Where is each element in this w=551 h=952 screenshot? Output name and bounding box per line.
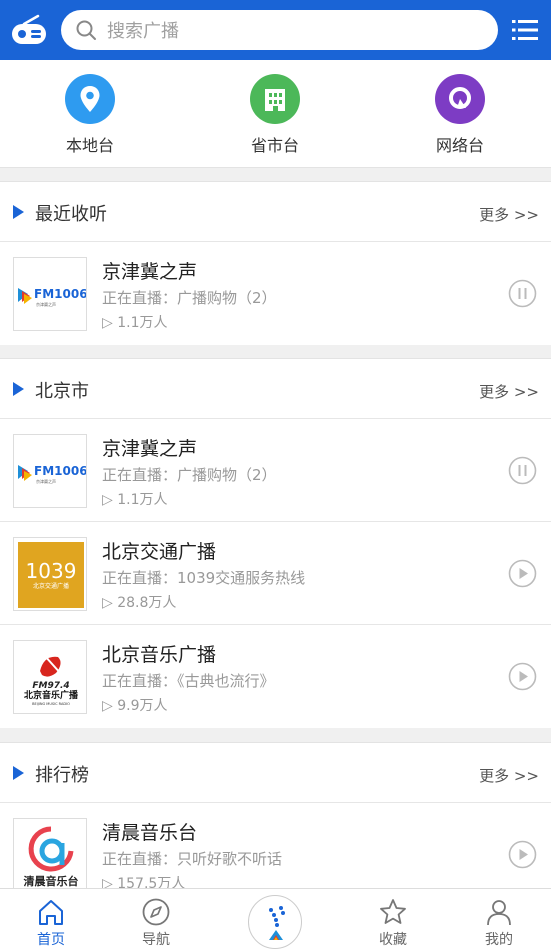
tab-label: 收藏 <box>379 932 407 948</box>
section-title: 北京市 <box>35 381 89 402</box>
tab-label: 我的 <box>485 932 513 948</box>
category-label: 网络台 <box>435 136 484 155</box>
station-logo-fm974: FM97.4 北京音乐广播 BEIJING MUSIC RADIO <box>13 640 87 714</box>
section-header: 排行榜 更多 >> <box>0 743 551 803</box>
station-row[interactable]: FM1006 京津冀之声 京津冀之声 正在直播：广播购物（2） ▷ 1.1万人 <box>0 419 551 522</box>
tab-home[interactable]: 首页 <box>16 897 86 949</box>
home-icon <box>39 900 63 925</box>
station-logo-qingchen: 清晨音乐台 <box>13 818 87 888</box>
section-title: 最近收听 <box>35 204 107 225</box>
listener-count: ▷ 9.9万人 <box>102 698 168 714</box>
fm974-logo-en: BEIJING MUSIC RADIO <box>32 702 70 706</box>
fm1006-logo-sub: 京津冀之声 <box>36 301 56 307</box>
l1039-logo-sub: 北京交通广播 <box>33 582 69 590</box>
station-name: 京津冀之声 <box>102 261 198 283</box>
tab-label: 导航 <box>142 932 170 948</box>
triangle-marker-icon <box>13 766 24 780</box>
more-link[interactable]: 更多 >> <box>479 765 539 786</box>
section-header: 最近收听 更多 >> <box>0 182 551 242</box>
tab-label: 首页 <box>37 932 65 948</box>
compass-icon <box>142 898 170 926</box>
fm1006-logo-text: FM1006 <box>34 464 87 478</box>
listener-count: ▷ 1.1万人 <box>102 492 168 508</box>
search-icon <box>76 20 96 40</box>
app-root: 搜索广播 本地台 省市台 网络台 最近收听 更多 >> FM1006 京津冀之声… <box>0 0 551 952</box>
station-name: 清晨音乐台 <box>102 822 198 844</box>
category-row: 本地台 省市台 网络台 <box>0 60 551 168</box>
player-disc-icon <box>269 906 285 940</box>
station-now-playing: 正在直播：广播购物（2） <box>102 289 277 307</box>
person-icon <box>487 900 511 926</box>
station-now-playing: 正在直播：1039交通服务热线 <box>102 569 306 587</box>
play-icon[interactable] <box>508 662 537 691</box>
category-province[interactable]: 省市台 <box>225 74 325 156</box>
fm1006-logo-text: FM1006 <box>34 287 87 301</box>
section-title: 排行榜 <box>35 765 89 786</box>
triangle-marker-icon <box>13 205 24 219</box>
qc-logo-text: 清晨音乐台 <box>24 874 79 888</box>
listener-count: ▷ 1.1万人 <box>102 315 168 331</box>
station-now-playing: 正在直播：广播购物（2） <box>102 466 277 484</box>
station-row[interactable]: FM97.4 北京音乐广播 BEIJING MUSIC RADIO 北京音乐广播… <box>0 625 551 728</box>
center-player-button[interactable] <box>248 895 302 949</box>
tab-navigation[interactable]: 导航 <box>121 897 191 949</box>
more-link[interactable]: 更多 >> <box>479 381 539 402</box>
search-input[interactable]: 搜索广播 <box>61 10 498 50</box>
network-q-icon <box>435 74 485 124</box>
radio-logo-icon[interactable] <box>10 14 48 46</box>
location-pin-icon <box>65 74 115 124</box>
station-name: 北京交通广播 <box>102 541 217 563</box>
section-recent: 最近收听 更多 >> FM1006 京津冀之声 京津冀之声 正在直播：广播购物（… <box>0 181 551 345</box>
station-row[interactable]: 1039 北京交通广播 北京交通广播 正在直播：1039交通服务热线 ▷ 28.… <box>0 522 551 625</box>
search-placeholder: 搜索广播 <box>107 21 179 42</box>
section-beijing: 北京市 更多 >> FM1006 京津冀之声 京津冀之声 正在直播：广播购物（2… <box>0 358 551 728</box>
station-now-playing: 正在直播：《古典也流行》 <box>102 672 275 690</box>
station-name: 北京音乐广播 <box>102 644 217 666</box>
list-menu-icon[interactable] <box>512 18 538 42</box>
more-link[interactable]: 更多 >> <box>479 204 539 225</box>
category-label: 省市台 <box>250 136 299 155</box>
pause-icon[interactable] <box>508 279 537 308</box>
play-icon[interactable] <box>508 559 537 588</box>
station-now-playing: 正在直播：只听好歌不听话 <box>102 850 283 868</box>
section-ranking: 排行榜 更多 >> 清晨音乐台 清晨音乐台 正在直播：只听好歌不听话 ▷ 157… <box>0 742 551 888</box>
station-row[interactable]: 清晨音乐台 清晨音乐台 正在直播：只听好歌不听话 ▷ 157.5万人 <box>0 803 551 888</box>
station-logo-1039: 1039 北京交通广播 <box>13 537 87 611</box>
bottom-nav: 首页 导航 收藏 我的 <box>0 888 551 952</box>
fm974-logo-sub: 北京音乐广播 <box>24 689 79 701</box>
category-label: 本地台 <box>65 136 114 155</box>
pause-icon[interactable] <box>508 456 537 485</box>
fm974-logo-text: FM97.4 <box>32 681 69 691</box>
listener-count: ▷ 157.5万人 <box>102 876 186 888</box>
listener-count: ▷ 28.8万人 <box>102 595 177 611</box>
building-icon <box>250 74 300 124</box>
station-logo-fm1006: FM1006 京津冀之声 <box>13 434 87 508</box>
star-icon <box>380 899 406 924</box>
l1039-logo-text: 1039 <box>26 559 77 583</box>
station-row[interactable]: FM1006 京津冀之声 京津冀之声 正在直播：广播购物（2） ▷ 1.1万人 <box>0 242 551 345</box>
triangle-marker-icon <box>13 382 24 396</box>
tab-favorites[interactable]: 收藏 <box>358 897 428 949</box>
fm1006-logo-sub: 京津冀之声 <box>36 478 56 484</box>
station-logo-fm1006: FM1006 京津冀之声 <box>13 257 87 331</box>
tab-profile[interactable]: 我的 <box>464 897 534 949</box>
station-name: 京津冀之声 <box>102 438 198 460</box>
category-local[interactable]: 本地台 <box>40 74 140 156</box>
section-header: 北京市 更多 >> <box>0 359 551 419</box>
top-bar: 搜索广播 <box>0 0 551 60</box>
play-icon[interactable] <box>508 840 537 869</box>
category-network[interactable]: 网络台 <box>410 74 510 156</box>
